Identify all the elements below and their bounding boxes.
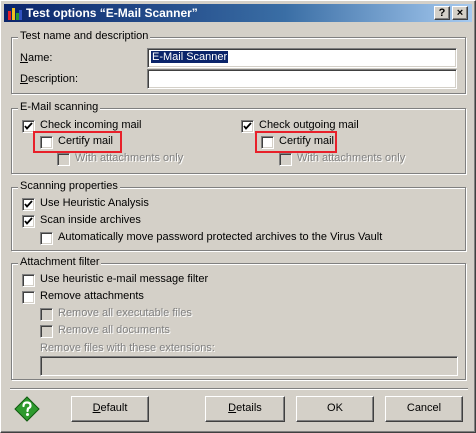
remove-attachments-label: Remove attachments (40, 290, 144, 302)
cancel-button[interactable]: Cancel (385, 396, 463, 422)
scan-archives-label: Scan inside archives (40, 214, 141, 226)
description-field[interactable] (147, 69, 457, 89)
help-title-button[interactable]: ? (434, 6, 450, 20)
avg-app-icon (8, 8, 22, 20)
test-name-legend: Test name and description (18, 30, 151, 42)
default-button[interactable]: Default (71, 396, 149, 422)
details-button-label: Details (228, 402, 262, 414)
checkmark-icon (24, 122, 33, 130)
move-protected-archives-label: Automatically move password protected ar… (58, 231, 383, 243)
test-options-dialog: Test options “E-Mail Scanner” ? × Test n… (0, 0, 476, 433)
name-label: Name: (20, 52, 53, 64)
attachments-only-outgoing-label: With attachments only (297, 152, 406, 164)
close-button[interactable]: × (452, 6, 468, 20)
checkmark-icon (24, 217, 33, 225)
details-button[interactable]: Details (205, 396, 285, 422)
checkmark-icon (243, 122, 252, 130)
ok-button[interactable]: OK (296, 396, 374, 422)
check-outgoing-label: Check outgoing mail (259, 119, 359, 131)
remove-executables-label: Remove all executable files (58, 307, 192, 319)
description-label: Description: (20, 73, 79, 85)
heuristic-filter-label: Use heuristic e-mail message filter (40, 273, 209, 285)
title-bar[interactable]: Test options “E-Mail Scanner” ? × (4, 4, 472, 22)
attachments-only-incoming-label: With attachments only (75, 152, 184, 164)
name-field[interactable]: E-Mail Scanner (147, 48, 457, 68)
certify-incoming-label: Certify mail (58, 135, 114, 147)
heuristic-analysis-label: Use Heuristic Analysis (40, 197, 149, 209)
default-button-label: Default (92, 402, 128, 414)
certify-outgoing-label: Certify mail (279, 135, 335, 147)
extensions-label: Remove files with these extensions: (40, 342, 215, 354)
remove-documents-label: Remove all documents (58, 324, 170, 336)
extensions-field (40, 356, 458, 376)
footer-separator (10, 388, 468, 390)
email-scanning-legend: E-Mail scanning (18, 101, 101, 113)
checkmark-icon (24, 200, 33, 208)
attachment-filter-legend: Attachment filter (18, 256, 102, 268)
help-button[interactable] (14, 396, 40, 422)
name-field-value: E-Mail Scanner (151, 51, 229, 63)
check-incoming-label: Check incoming mail (40, 119, 142, 131)
help-question-icon (14, 396, 40, 422)
window-title: Test options “E-Mail Scanner” (26, 6, 198, 20)
scanning-properties-legend: Scanning properties (18, 180, 120, 192)
